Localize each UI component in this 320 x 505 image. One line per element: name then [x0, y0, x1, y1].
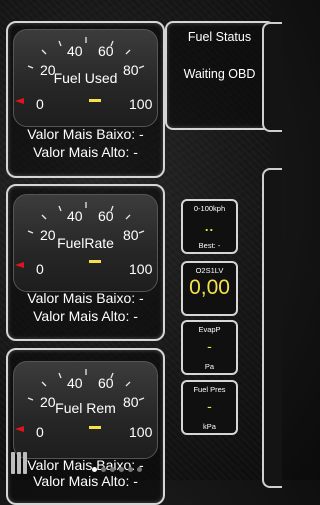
lowest-value-label: Valor Mais Baixo: - — [27, 290, 144, 306]
highest-value-label: Valor Mais Alto: - — [33, 473, 138, 489]
needle-marker — [15, 262, 24, 268]
tick-label-60: 60 — [98, 375, 114, 391]
gauge-title: Fuel Rem — [55, 400, 116, 416]
small-gauge-unit: Pa — [204, 362, 215, 371]
small-gauge-0-100kph[interactable]: 0-100kph .. Best: - — [181, 199, 238, 254]
small-gauge-title: Fuel Pres — [193, 385, 226, 394]
tick-label-100: 100 — [129, 424, 153, 440]
small-gauge-value: - — [207, 398, 212, 414]
gauge-face: 20 40 60 80 Fuel Rem 0 100 — [13, 361, 158, 459]
small-gauge-unit: kPa — [203, 422, 216, 431]
page-dot — [110, 467, 115, 472]
small-gauge-title: 0-100kph — [193, 204, 226, 213]
tick-label-0: 0 — [36, 96, 44, 112]
needle-marker — [15, 426, 24, 432]
page-dot — [137, 467, 142, 472]
small-gauge-title: O2S1LV — [195, 266, 224, 275]
small-gauge-sub: Best: - — [198, 241, 221, 250]
gauge-panel-fuel-remaining[interactable]: 20 40 60 80 Fuel Rem 0 100 Valor Mais Ba… — [6, 348, 165, 505]
page-dot — [128, 467, 133, 472]
small-gauge-title: EvapP — [198, 325, 221, 334]
gauge-title: Fuel Used — [53, 70, 118, 86]
tick-label-60: 60 — [98, 43, 114, 59]
tick-label-60: 60 — [98, 208, 114, 224]
gauge-value-indicator — [89, 260, 101, 263]
gauge-panel-fuel-rate[interactable]: 20 40 60 80 FuelRate 0 100 Valor Mais Ba… — [6, 184, 165, 341]
gauge-value-indicator — [89, 99, 101, 102]
tick-label-40: 40 — [67, 43, 83, 59]
tick-label-0: 0 — [36, 424, 44, 440]
gauge-title: FuelRate — [57, 235, 114, 251]
offscreen-panel-edge[interactable] — [262, 168, 282, 488]
tick-label-0: 0 — [36, 261, 44, 277]
highest-value-label: Valor Mais Alto: - — [33, 308, 138, 324]
lowest-value-label: Valor Mais Baixo: - — [27, 126, 144, 142]
tick-label-100: 100 — [129, 96, 153, 112]
fuel-status-title: Fuel Status — [187, 30, 252, 44]
page-indicator — [92, 467, 152, 473]
page-dot — [119, 467, 124, 472]
small-gauge-o2s1lv[interactable]: O2S1LV 0,00 — [181, 261, 238, 316]
highest-value-label: Valor Mais Alto: - — [33, 144, 138, 160]
gauge-panel-fuel-used[interactable]: 20 40 60 80 Fuel Used 0 100 Valor Mais B… — [6, 21, 165, 178]
pause-icon[interactable] — [10, 452, 28, 474]
needle-marker — [15, 98, 24, 104]
small-gauge-value: 0,00 — [189, 276, 230, 299]
small-gauge-value: .. — [204, 219, 215, 234]
tick-label-40: 40 — [67, 208, 83, 224]
small-gauge-value: - — [207, 338, 212, 354]
small-gauge-evapp[interactable]: EvapP - Pa — [181, 320, 238, 375]
small-gauge-fuel-pres[interactable]: Fuel Pres - kPa — [181, 380, 238, 435]
gauge-face: 20 40 60 80 FuelRate 0 100 — [13, 194, 158, 292]
tick-label-40: 40 — [67, 375, 83, 391]
page-dot — [101, 467, 106, 472]
fuel-status-panel[interactable]: Fuel Status Waiting OBD — [165, 21, 275, 130]
page-dot-active — [92, 467, 97, 472]
fuel-status-text: Waiting OBD — [183, 67, 256, 81]
tick-label-100: 100 — [129, 261, 153, 277]
offscreen-panel-edge[interactable] — [262, 22, 282, 132]
gauge-value-indicator — [89, 426, 101, 429]
gauge-face: 20 40 60 80 Fuel Used 0 100 — [13, 29, 158, 127]
